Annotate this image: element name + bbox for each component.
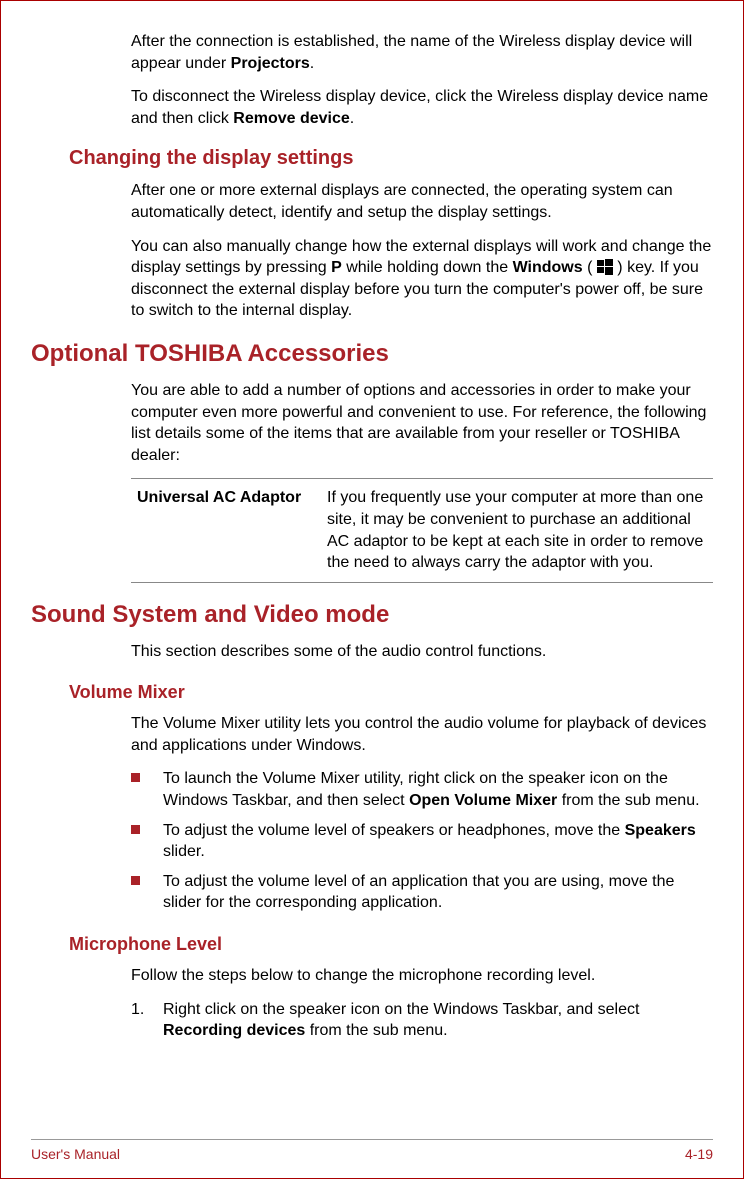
changing-para-2: You can also manually change how the ext… <box>131 236 713 322</box>
text: while holding down the <box>342 259 513 276</box>
table-row: Universal AC Adaptor If you frequently u… <box>131 479 713 582</box>
list-item: To adjust the volume level of speakers o… <box>131 820 713 863</box>
volume-bullet-list: To launch the Volume Mixer utility, righ… <box>131 768 713 914</box>
list-item: Right click on the speaker icon on the W… <box>131 999 713 1042</box>
text: . <box>310 55 314 72</box>
footer-left: User's Manual <box>31 1146 120 1162</box>
accessory-name: Universal AC Adaptor <box>131 479 321 582</box>
text: ( <box>583 259 597 276</box>
sound-para-1: This section describes some of the audio… <box>131 641 713 663</box>
text: After the connection is established, the… <box>131 33 692 72</box>
heading-changing-display-settings: Changing the display settings <box>69 147 713 170</box>
content-area: After the connection is established, the… <box>31 31 713 1042</box>
changing-para-1: After one or more external displays are … <box>131 180 713 223</box>
mic-steps-list: Right click on the speaker icon on the W… <box>131 999 713 1042</box>
bold-open-volume-mixer: Open Volume Mixer <box>409 792 557 809</box>
accessory-description: If you frequently use your computer at m… <box>321 479 713 582</box>
text: slider. <box>163 843 205 860</box>
heading-sound-system: Sound System and Video mode <box>31 601 713 629</box>
text: . <box>350 110 354 127</box>
page-footer: User's Manual 4-19 <box>31 1139 713 1162</box>
windows-logo-icon <box>597 259 613 275</box>
intro-para-2: To disconnect the Wireless display devic… <box>131 86 713 129</box>
bold-p-key: P <box>331 259 342 276</box>
accessories-table: Universal AC Adaptor If you frequently u… <box>131 478 713 582</box>
heading-volume-mixer: Volume Mixer <box>69 682 713 703</box>
bold-speakers: Speakers <box>625 822 696 839</box>
optional-para-1: You are able to add a number of options … <box>131 380 713 466</box>
intro-para-1: After the connection is established, the… <box>131 31 713 74</box>
mic-para-1: Follow the steps below to change the mic… <box>131 965 713 987</box>
page: After the connection is established, the… <box>0 0 744 1179</box>
bold-windows-key: Windows <box>513 259 583 276</box>
text: from the sub menu. <box>305 1022 447 1039</box>
volume-para-1: The Volume Mixer utility lets you contro… <box>131 713 713 756</box>
text: To disconnect the Wireless display devic… <box>131 88 708 127</box>
heading-microphone-level: Microphone Level <box>69 934 713 955</box>
list-item: To launch the Volume Mixer utility, righ… <box>131 768 713 811</box>
bold-projectors: Projectors <box>231 55 310 72</box>
footer-page-number: 4-19 <box>685 1146 713 1162</box>
bold-remove-device: Remove device <box>233 110 350 127</box>
bold-recording-devices: Recording devices <box>163 1022 305 1039</box>
text: from the sub menu. <box>557 792 699 809</box>
text: Right click on the speaker icon on the W… <box>163 1001 639 1018</box>
list-item: To adjust the volume level of an applica… <box>131 871 713 914</box>
text: To adjust the volume level of speakers o… <box>163 822 625 839</box>
heading-optional-accessories: Optional TOSHIBA Accessories <box>31 340 713 368</box>
